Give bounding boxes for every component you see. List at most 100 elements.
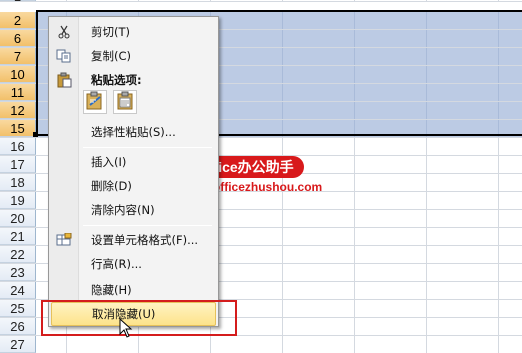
row-header[interactable]: 23 xyxy=(0,264,36,281)
menu-item-label: 选择性粘贴(S)... xyxy=(91,125,176,139)
row-header[interactable]: 18 xyxy=(0,174,36,191)
menu-item-label: 行高(R)... xyxy=(91,257,142,271)
row-header[interactable]: 6 xyxy=(0,30,36,47)
column-gridline xyxy=(282,12,283,29)
column-gridline xyxy=(354,174,355,191)
column-gridline xyxy=(354,300,355,317)
paste-values-icon xyxy=(115,91,135,114)
menu-item-cut[interactable]: 剪切(T) xyxy=(51,20,216,44)
context-menu: 剪切(T) 复制(C) 粘贴选项: 选择性粘贴(S)... 插入(I) 删除(D… xyxy=(48,16,219,327)
menu-item-label: 插入(I) xyxy=(91,155,127,169)
column-gridline xyxy=(426,120,427,137)
row-header[interactable]: 20 xyxy=(0,210,36,227)
menu-item-copy[interactable]: 复制(C) xyxy=(51,44,216,68)
row-header[interactable]: 15 xyxy=(0,120,36,137)
menu-item-label: 剪切(T) xyxy=(91,25,130,39)
column-gridline xyxy=(426,336,427,353)
row-header[interactable]: 19 xyxy=(0,192,36,209)
row-header[interactable]: 7 xyxy=(0,48,36,65)
menu-separator xyxy=(83,225,212,226)
sheet-row[interactable]: 27 xyxy=(0,336,522,353)
column-gridline xyxy=(354,84,355,101)
column-gridline xyxy=(66,0,67,1)
column-gridline xyxy=(282,138,283,155)
scissors-icon xyxy=(51,20,77,44)
column-gridline xyxy=(354,192,355,209)
row-header[interactable]: 24 xyxy=(0,282,36,299)
column-gridline xyxy=(426,282,427,299)
menu-item-label: 清除内容(N) xyxy=(91,203,155,217)
column-gridline xyxy=(282,120,283,137)
column-gridline xyxy=(354,48,355,65)
menu-item-paste-special[interactable]: 选择性粘贴(S)... xyxy=(51,120,216,144)
menu-item-label: 取消隐藏(U) xyxy=(92,307,156,321)
copy-icon xyxy=(51,44,77,68)
paste-formula-option[interactable] xyxy=(83,90,107,114)
column-gridline xyxy=(138,0,139,1)
column-gridline xyxy=(354,120,355,137)
menu-item-hide[interactable]: 隐藏(H) xyxy=(51,278,216,302)
row-header[interactable]: 16 xyxy=(0,138,36,155)
column-gridline xyxy=(426,66,427,83)
row-header[interactable]: 10 xyxy=(0,66,36,83)
menu-item-unhide[interactable]: 取消隐藏(U) xyxy=(51,302,216,326)
column-gridline xyxy=(354,138,355,155)
row-header[interactable]: 1 xyxy=(0,0,36,4)
column-gridline xyxy=(354,210,355,227)
column-gridline xyxy=(282,102,283,119)
column-gridline xyxy=(282,318,283,335)
row-header[interactable]: 2 xyxy=(0,12,36,29)
column-gridline xyxy=(498,30,499,47)
menu-item-delete[interactable]: 删除(D) xyxy=(51,174,216,198)
column-gridline xyxy=(426,138,427,155)
paste-formula-icon xyxy=(85,91,105,114)
column-gridline xyxy=(426,48,427,65)
column-gridline xyxy=(498,102,499,119)
row-cells[interactable] xyxy=(36,336,522,353)
menu-item-row-height[interactable]: 行高(R)... xyxy=(51,252,216,276)
paste-icon xyxy=(51,68,77,92)
column-gridline xyxy=(426,210,427,227)
menu-item-paste-options: 粘贴选项: xyxy=(51,68,216,92)
paste-options-row xyxy=(83,90,137,114)
row-header[interactable]: 22 xyxy=(0,246,36,263)
row-header[interactable]: 21 xyxy=(0,228,36,245)
row-header[interactable]: 17 xyxy=(0,156,36,173)
menu-item-clear-contents[interactable]: 清除内容(N) xyxy=(51,198,216,222)
row-header[interactable]: 12 xyxy=(0,102,36,119)
menu-item-format-cells[interactable]: 设置单元格格式(F)... xyxy=(51,228,216,252)
column-gridline xyxy=(282,30,283,47)
column-gridline xyxy=(354,318,355,335)
column-gridline xyxy=(354,246,355,263)
column-gridline xyxy=(354,0,355,1)
column-gridline xyxy=(354,282,355,299)
sheet-row[interactable]: 1 xyxy=(0,0,522,4)
column-gridline xyxy=(426,228,427,245)
column-gridline xyxy=(354,264,355,281)
column-gridline xyxy=(426,0,427,1)
fill-handle[interactable] xyxy=(33,132,38,137)
column-gridline xyxy=(354,30,355,47)
column-gridline xyxy=(498,48,499,65)
column-gridline xyxy=(498,228,499,245)
column-gridline xyxy=(282,48,283,65)
row-header[interactable]: 11 xyxy=(0,84,36,101)
column-gridline xyxy=(498,66,499,83)
row-cells[interactable] xyxy=(36,0,522,1)
column-gridline xyxy=(354,66,355,83)
column-gridline xyxy=(354,102,355,119)
row-header[interactable]: 26 xyxy=(0,318,36,335)
column-gridline xyxy=(354,336,355,353)
row-header[interactable]: 25 xyxy=(0,300,36,317)
column-gridline xyxy=(354,228,355,245)
column-gridline xyxy=(282,84,283,101)
column-gridline xyxy=(426,192,427,209)
paste-values-option[interactable] xyxy=(113,90,137,114)
column-gridline xyxy=(498,138,499,155)
column-gridline xyxy=(498,174,499,191)
row-header[interactable]: 27 xyxy=(0,336,36,353)
column-gridline xyxy=(282,282,283,299)
column-gridline xyxy=(426,156,427,173)
column-gridline xyxy=(426,300,427,317)
menu-item-insert[interactable]: 插入(I) xyxy=(51,150,216,174)
